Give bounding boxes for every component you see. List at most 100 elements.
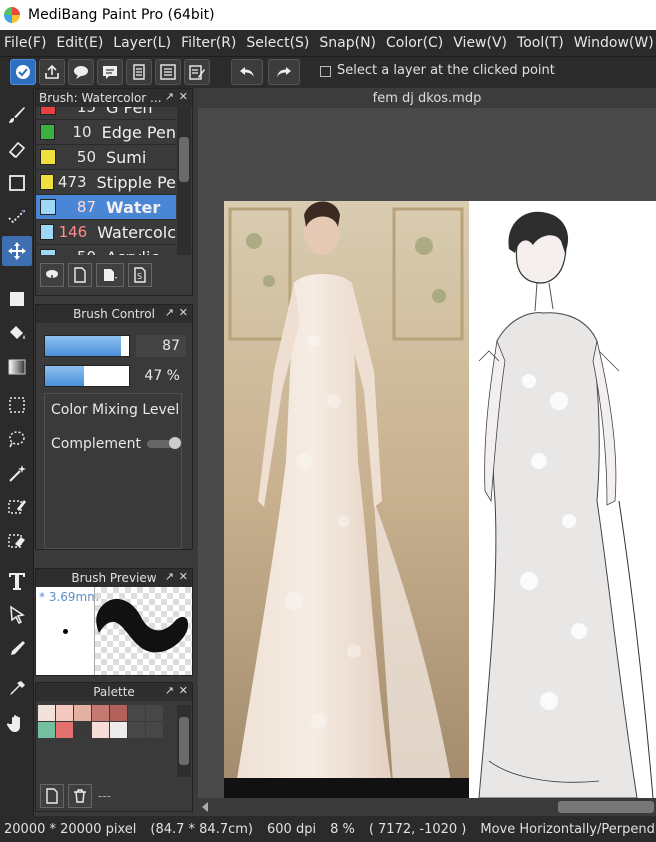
size-value[interactable]: 87 <box>136 335 186 357</box>
palette-swatch[interactable] <box>38 705 55 721</box>
undo-button[interactable] <box>231 59 263 85</box>
brush-list-scrollbar[interactable] <box>177 107 191 255</box>
eyedropper-icon <box>10 681 25 695</box>
menu-window[interactable]: Window(W) <box>570 35 656 51</box>
brush-size-slider[interactable]: 87 <box>44 335 186 357</box>
complement-toggle[interactable] <box>147 437 181 449</box>
brush-list: 15 G Pen 10 Edge Pen 50 Sumi 473 Stipple Pe 87 Wa… <box>36 107 176 255</box>
menu-filter[interactable]: Filter(R) <box>177 35 242 51</box>
undock-icon[interactable]: ↗ <box>165 306 174 319</box>
brush-item[interactable]: 10 Edge Pen <box>36 120 176 145</box>
canvas-area[interactable] <box>198 108 656 798</box>
scroll-thumb[interactable] <box>179 137 189 182</box>
eyedropper-tool[interactable] <box>2 674 32 704</box>
close-icon[interactable]: ✕ <box>179 306 188 319</box>
brush-item[interactable]: 146 Watercolc <box>36 220 176 245</box>
select-layer-checkbox[interactable] <box>320 66 331 77</box>
magic-wand-tool[interactable] <box>2 458 32 488</box>
redo-button[interactable] <box>268 59 300 85</box>
comment-button[interactable] <box>68 59 94 85</box>
new-brush-button[interactable] <box>68 263 92 287</box>
undo-icon <box>240 67 254 77</box>
upload-button[interactable] <box>39 59 65 85</box>
bucket-tool[interactable] <box>2 318 32 348</box>
lasso-tool[interactable] <box>2 424 32 454</box>
close-icon[interactable]: ✕ <box>179 90 188 103</box>
toggle-knob[interactable] <box>169 437 181 449</box>
edit-list-button[interactable] <box>184 59 210 85</box>
menu-tool[interactable]: Tool(T) <box>513 35 570 51</box>
brush-item[interactable]: 473 Stipple Pe <box>36 170 176 195</box>
palette-swatch[interactable] <box>92 705 109 721</box>
app-logo-icon <box>4 7 20 23</box>
opacity-track[interactable] <box>44 365 130 387</box>
new-palette-button[interactable] <box>40 784 64 808</box>
menu-bar: File(F) Edit(E) Layer(L) Filter(R) Selec… <box>0 30 656 56</box>
palette-swatch[interactable] <box>74 722 91 738</box>
brush-item[interactable]: 15 G Pen <box>36 107 176 120</box>
palette-swatch[interactable] <box>92 722 109 738</box>
palette-swatch[interactable] <box>110 705 127 721</box>
operation-tool[interactable] <box>2 600 32 630</box>
hand-tool[interactable] <box>2 708 32 738</box>
menu-view[interactable]: View(V) <box>449 35 513 51</box>
blur-tool[interactable] <box>2 634 32 664</box>
menu-file[interactable]: File(F) <box>0 35 52 51</box>
close-icon[interactable]: ✕ <box>179 570 188 583</box>
list-icon <box>160 64 176 80</box>
brush-item[interactable]: 50 Sumi <box>36 145 176 170</box>
canvas-horizontal-scrollbar[interactable] <box>198 798 656 816</box>
palette-swatch[interactable] <box>146 705 163 721</box>
palette-swatch[interactable] <box>56 705 73 721</box>
undock-icon[interactable]: ↗ <box>165 570 174 583</box>
select-pen-tool[interactable] <box>2 492 32 522</box>
select-eraser-tool[interactable] <box>2 526 32 556</box>
document-icon <box>133 64 145 80</box>
move-tool[interactable] <box>2 236 32 266</box>
select-layer-label: Select a layer at the clicked point <box>337 63 555 78</box>
palette-swatch[interactable] <box>38 722 55 738</box>
palette-swatch[interactable] <box>110 722 127 738</box>
size-track[interactable] <box>44 335 130 357</box>
brush-size-label: 10 <box>72 123 92 141</box>
document-button[interactable] <box>126 59 152 85</box>
scroll-left-icon[interactable] <box>202 802 208 812</box>
scroll-thumb[interactable] <box>558 801 654 813</box>
palette-swatch[interactable] <box>146 722 163 738</box>
document-tab[interactable]: fem dj dkos.mdp <box>198 88 656 108</box>
menu-edit[interactable]: Edit(E) <box>52 35 109 51</box>
palette-swatch[interactable] <box>128 722 145 738</box>
menu-color[interactable]: Color(C) <box>382 35 449 51</box>
undock-icon[interactable]: ↗ <box>165 684 174 697</box>
select-tool[interactable] <box>2 390 32 420</box>
add-brush-menu-button[interactable] <box>96 263 124 287</box>
palette-swatch[interactable] <box>56 722 73 738</box>
gradient-tool[interactable] <box>2 352 32 382</box>
brush-settings-button[interactable]: S <box>128 263 152 287</box>
delete-palette-button[interactable] <box>68 784 92 808</box>
message-button[interactable] <box>97 59 123 85</box>
close-icon[interactable]: ✕ <box>179 684 188 697</box>
brush-tool[interactable] <box>2 100 32 130</box>
palette-swatch[interactable] <box>74 705 91 721</box>
eraser-tool[interactable] <box>2 134 32 164</box>
download-brush-button[interactable] <box>40 263 64 287</box>
dot-tool[interactable] <box>2 202 32 232</box>
fill-rect-tool[interactable] <box>2 284 32 314</box>
opacity-slider[interactable]: 47 % <box>44 365 186 387</box>
text-tool[interactable] <box>2 566 32 596</box>
palette-swatch[interactable] <box>128 705 145 721</box>
cloud-check-button[interactable] <box>10 59 36 85</box>
menu-layer[interactable]: Layer(L) <box>109 35 177 51</box>
menu-select[interactable]: Select(S) <box>242 35 315 51</box>
scroll-thumb[interactable] <box>179 717 189 765</box>
rectangle-tool[interactable] <box>2 168 32 198</box>
menu-snap[interactable]: Snap(N) <box>315 35 382 51</box>
brush-preview-header: Brush Preview ↗ ✕ <box>36 569 192 587</box>
list-button[interactable] <box>155 59 181 85</box>
undock-icon[interactable]: ↗ <box>165 90 174 103</box>
palette-scrollbar[interactable] <box>177 705 191 777</box>
brush-item[interactable]: 50 Acrylic <box>36 245 176 255</box>
brush-item[interactable]: 87 Water <box>36 195 176 220</box>
color-mixing-box: Color Mixing Level Complement <box>44 393 182 549</box>
